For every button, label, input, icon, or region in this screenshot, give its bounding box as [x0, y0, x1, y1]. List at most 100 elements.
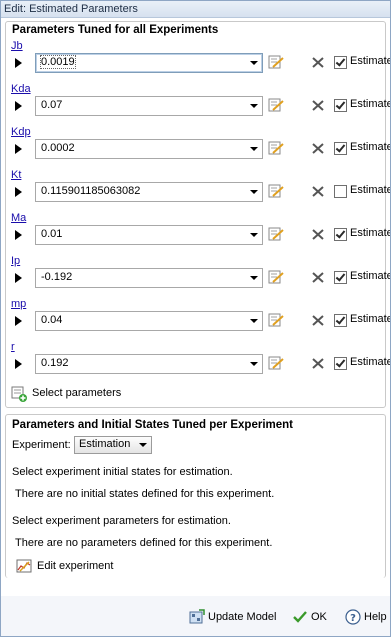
tuned-all-group: Parameters Tuned for all Experiments Jb 0… — [5, 21, 390, 408]
estimate-label: Estimate — [350, 270, 391, 282]
edit-value-icon[interactable] — [268, 313, 284, 327]
param-name-link[interactable]: Jb — [11, 40, 23, 52]
expand-arrow-icon[interactable] — [15, 273, 22, 283]
clear-value-icon[interactable] — [310, 55, 326, 69]
update-model-button[interactable]: Update Model — [189, 608, 277, 626]
states-prompt: Select experiment initial states for est… — [12, 466, 233, 478]
param-value-combobox[interactable]: 0.192 — [35, 354, 263, 374]
expand-arrow-icon[interactable] — [15, 144, 22, 154]
estimate-label: Estimate — [350, 55, 391, 67]
clear-value-icon[interactable] — [310, 270, 326, 284]
clear-value-icon[interactable] — [310, 184, 326, 198]
clear-value-icon[interactable] — [310, 141, 326, 155]
param-value-combobox[interactable]: 0.0002 — [35, 139, 263, 159]
chevron-down-icon[interactable] — [250, 147, 258, 151]
ok-button[interactable]: OK — [292, 608, 327, 626]
param-controls: 0.115901185063082 Estimate — [6, 181, 390, 203]
edit-value-icon[interactable] — [268, 270, 284, 284]
param-value-combobox[interactable]: -0.192 — [35, 268, 263, 288]
tuned-all-title: Parameters Tuned for all Experiments — [12, 24, 219, 36]
expand-arrow-icon[interactable] — [15, 101, 22, 111]
expand-arrow-icon[interactable] — [15, 359, 22, 369]
param-value: 0.07 — [41, 99, 63, 111]
states-empty-message: There are no initial states defined for … — [15, 488, 275, 500]
param-list: Jb 0.0019 Estimate Kda 0.07 Estimate Kdp 0.0002… — [6, 37, 390, 381]
edit-value-icon[interactable] — [268, 55, 284, 69]
clear-value-icon[interactable] — [310, 98, 326, 112]
edit-value-icon[interactable] — [268, 98, 284, 112]
param-name-link[interactable]: mp — [11, 298, 26, 310]
param-controls: -0.192 Estimate — [6, 267, 390, 289]
expand-arrow-icon[interactable] — [15, 316, 22, 326]
button-bar: Update Model OK ? Help — [1, 596, 390, 636]
chevron-down-icon[interactable] — [250, 362, 258, 366]
chevron-down-icon[interactable] — [250, 190, 258, 194]
update-model-icon — [189, 609, 205, 624]
experiment-select[interactable]: Estimation — [74, 436, 152, 454]
estimate-checkbox[interactable] — [334, 357, 347, 370]
param-name-link[interactable]: Ma — [11, 212, 26, 224]
edit-experiment-icon — [16, 559, 32, 573]
clear-value-icon[interactable] — [310, 356, 326, 370]
param-controls: 0.07 Estimate — [6, 95, 390, 117]
param-controls: 0.01 Estimate — [6, 224, 390, 246]
param-value: 0.192 — [41, 357, 69, 369]
clear-value-icon[interactable] — [310, 227, 326, 241]
select-parameters-icon — [11, 386, 27, 402]
expand-arrow-icon[interactable] — [15, 58, 22, 68]
param-name-link[interactable]: r — [11, 341, 15, 353]
estimate-label: Estimate — [350, 313, 391, 325]
estimate-checkbox[interactable] — [334, 56, 347, 69]
estimate-label: Estimate — [350, 184, 391, 196]
param-value-combobox[interactable]: 0.115901185063082 — [35, 182, 263, 202]
estimate-checkbox[interactable] — [334, 99, 347, 112]
chevron-down-icon[interactable] — [250, 319, 258, 323]
expand-arrow-icon[interactable] — [15, 230, 22, 240]
param-name-link[interactable]: Kda — [11, 83, 31, 95]
edit-experiment-label: Edit experiment — [37, 560, 114, 572]
dialog-window: Edit: Estimated Parameters Parameters Tu… — [0, 0, 391, 637]
params-prompt: Select experiment parameters for estimat… — [12, 515, 231, 527]
select-parameters-button[interactable]: Select parameters — [6, 381, 385, 407]
expand-arrow-icon[interactable] — [15, 187, 22, 197]
estimate-checkbox[interactable] — [334, 142, 347, 155]
chevron-down-icon[interactable] — [250, 61, 258, 65]
estimate-checkbox[interactable] — [334, 185, 347, 198]
tuned-per-experiment-group: Parameters and Initial States Tuned per … — [5, 414, 386, 578]
params-empty-message: There are no parameters defined for this… — [15, 537, 273, 549]
param-name-link[interactable]: Ip — [11, 255, 20, 267]
chevron-down-icon[interactable] — [250, 104, 258, 108]
edit-value-icon[interactable] — [268, 227, 284, 241]
svg-text:?: ? — [350, 613, 356, 624]
param-value-combobox[interactable]: 0.04 — [35, 311, 263, 331]
edit-experiment-button[interactable]: Edit experiment — [6, 554, 385, 578]
chevron-down-icon — [139, 443, 147, 447]
param-value-combobox[interactable]: 0.07 — [35, 96, 263, 116]
param-row: Kdp 0.0002 Estimate — [6, 123, 390, 166]
estimate-checkbox[interactable] — [334, 314, 347, 327]
param-value-combobox[interactable]: 0.0019 — [35, 53, 263, 73]
param-value: -0.192 — [41, 271, 73, 283]
param-name-link[interactable]: Kdp — [11, 126, 31, 138]
param-value: 0.0019 — [40, 55, 76, 69]
param-row: Ma 0.01 Estimate — [6, 209, 390, 252]
param-row: Kt 0.115901185063082 Estimate — [6, 166, 390, 209]
estimate-label: Estimate — [350, 141, 391, 153]
param-value-combobox[interactable]: 0.01 — [35, 225, 263, 245]
param-name-link[interactable]: Kt — [11, 169, 21, 181]
help-button[interactable]: ? Help — [345, 608, 387, 626]
clear-value-icon[interactable] — [310, 313, 326, 327]
experiment-row: Experiment: Estimation — [6, 435, 385, 455]
edit-value-icon[interactable] — [268, 356, 284, 370]
estimate-label: Estimate — [350, 98, 391, 110]
estimate-checkbox[interactable] — [334, 228, 347, 241]
param-row: Kda 0.07 Estimate — [6, 80, 390, 123]
chevron-down-icon[interactable] — [250, 233, 258, 237]
estimate-label: Estimate — [350, 227, 391, 239]
chevron-down-icon[interactable] — [250, 276, 258, 280]
select-parameters-label: Select parameters — [32, 387, 122, 399]
edit-value-icon[interactable] — [268, 184, 284, 198]
edit-value-icon[interactable] — [268, 141, 284, 155]
estimate-checkbox[interactable] — [334, 271, 347, 284]
param-value: 0.04 — [41, 314, 63, 326]
